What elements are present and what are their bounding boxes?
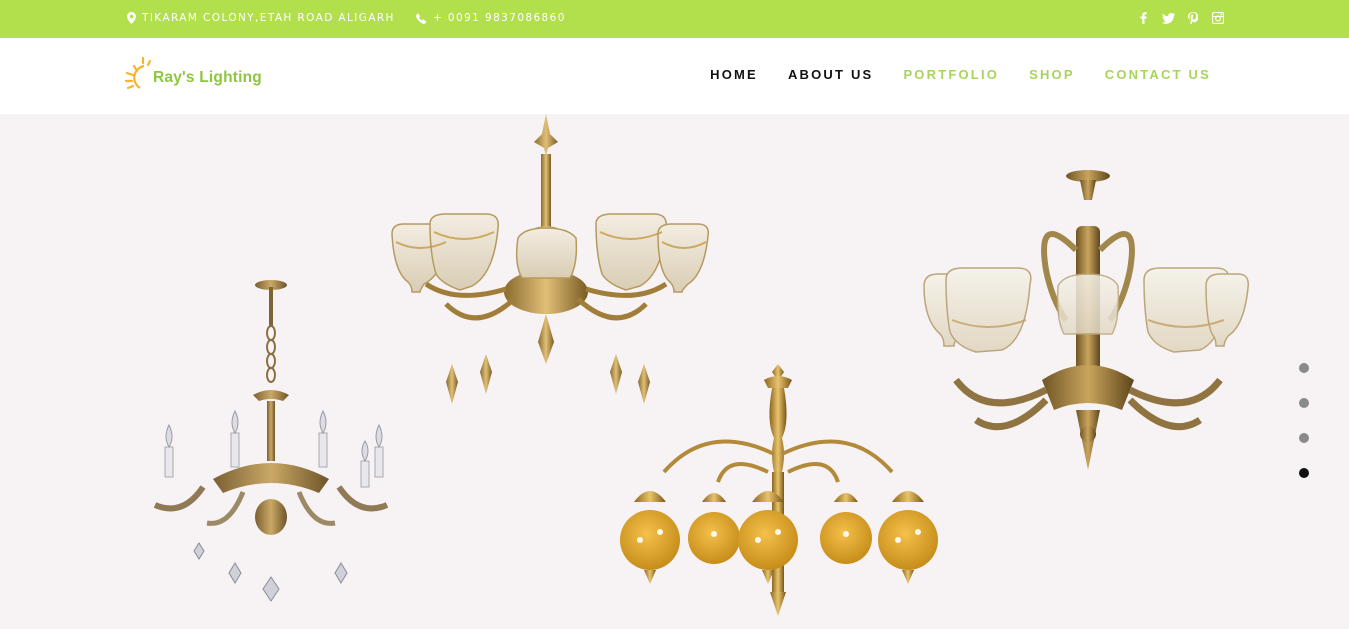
slider-dot-3[interactable]: [1299, 433, 1309, 443]
nav-home[interactable]: HOME: [710, 67, 758, 82]
hero-slider: [0, 114, 1349, 629]
chandelier-image-candle: [153, 280, 389, 602]
location-pin-icon: [127, 12, 136, 24]
nav-about-us[interactable]: ABOUT US: [788, 67, 874, 82]
nav-shop[interactable]: SHOP: [1029, 67, 1075, 82]
slider-pagination: [1299, 363, 1309, 478]
nav-contact-us[interactable]: CONTACT US: [1105, 67, 1211, 82]
top-bar: TIKARAM COLONY,ETAH ROAD ALIGARH + 0091 …: [0, 0, 1349, 38]
address-text: TIKARAM COLONY,ETAH ROAD ALIGARH: [142, 12, 395, 24]
logo-text: Ray's Lighting: [153, 69, 262, 86]
nav-portfolio[interactable]: PORTFOLIO: [903, 67, 999, 82]
slider-dot-2[interactable]: [1299, 398, 1309, 408]
main-nav: HOME ABOUT US PORTFOLIO SHOP CONTACT US: [710, 67, 1211, 82]
twitter-icon[interactable]: [1161, 11, 1175, 25]
slider-dot-1[interactable]: [1299, 363, 1309, 373]
site-header: Ray's Lighting HOME ABOUT US PORTFOLIO S…: [0, 38, 1349, 114]
phone: + 0091 9837086860: [416, 12, 566, 24]
phone-text: + 0091 9837086860: [433, 12, 566, 24]
social-links: [1136, 11, 1225, 25]
slider-dot-4[interactable]: [1299, 468, 1309, 478]
address: TIKARAM COLONY,ETAH ROAD ALIGARH: [127, 12, 395, 24]
pinterest-icon[interactable]: [1186, 11, 1200, 25]
phone-icon: [416, 12, 427, 24]
chandelier-image-amber-globes: [620, 364, 938, 616]
logo[interactable]: Ray's Lighting: [124, 52, 274, 98]
instagram-icon[interactable]: [1211, 11, 1225, 25]
facebook-icon[interactable]: [1136, 11, 1150, 25]
chandelier-image-ornate: [923, 170, 1250, 470]
